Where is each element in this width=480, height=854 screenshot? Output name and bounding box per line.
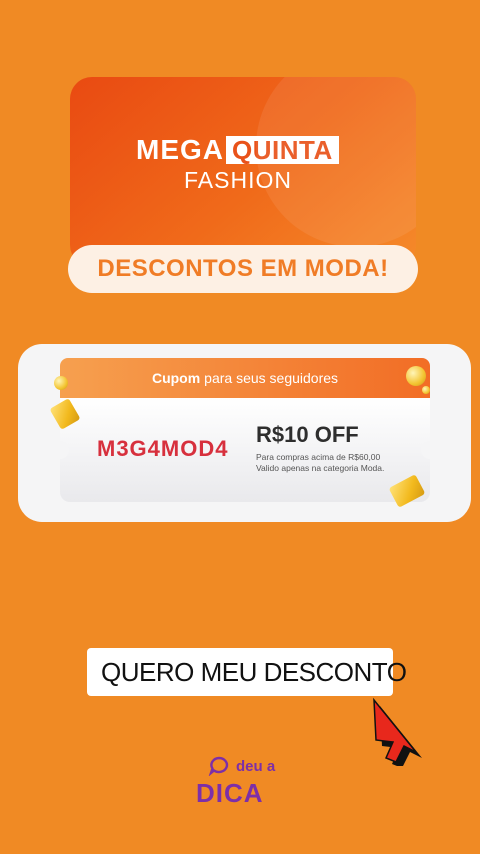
coupon-header: Cupom para seus seguidores (60, 358, 430, 398)
cta-label: QUERO MEU DESCONTO (101, 656, 407, 687)
speech-bubble-icon (208, 756, 229, 776)
offer-line-2: Valido apenas na categoria Moda. (256, 463, 385, 473)
offer-line-1: Para compras acima de R$60,00 (256, 452, 381, 462)
coin-icon (422, 386, 430, 394)
logo-mega: MEGA (136, 134, 224, 165)
coupon-header-bold: Cupom (151, 370, 201, 386)
logo-fashion: FASHION (184, 167, 292, 193)
coupon-header-text: para seus seguidores (204, 370, 339, 386)
logo-quinta: QUINTA (226, 136, 339, 164)
ticket-notch-left (51, 441, 69, 459)
mega-quinta-fashion-logo: MEGA QUINTA FASHION (136, 135, 352, 193)
cta-link-sticker[interactable]: QUERO MEU DESCONTO (87, 648, 407, 696)
offer-conditions: Para compras acima de R$60,00 Valido ape… (256, 452, 384, 474)
banner-headline: DESCONTOS EM MODA! (68, 245, 418, 293)
brand-top-text: deu a (236, 757, 276, 775)
promo-banner: MEGA QUINTA FASHION DESCONTOS EM MODA! (68, 77, 418, 293)
pointer-cursor-icon (373, 697, 422, 766)
deu-a-dica-logo: deu a DICA (196, 756, 288, 808)
coupon-ticket: M3G4MOD4 R$10 OFF Para compras acima de … (51, 398, 439, 502)
brand-dica-text: DICA (196, 778, 264, 808)
coupon-code[interactable]: M3G4MOD4 (97, 436, 228, 462)
coin-icon (406, 366, 426, 386)
coin-icon (54, 376, 68, 390)
offer-title: R$10 OFF (256, 422, 359, 447)
ticket-notch-right (421, 441, 439, 459)
coupon-panel: Cupom para seus seguidores M3G4MOD4 R$10… (18, 344, 471, 522)
banner-card: MEGA QUINTA FASHION (70, 77, 416, 267)
